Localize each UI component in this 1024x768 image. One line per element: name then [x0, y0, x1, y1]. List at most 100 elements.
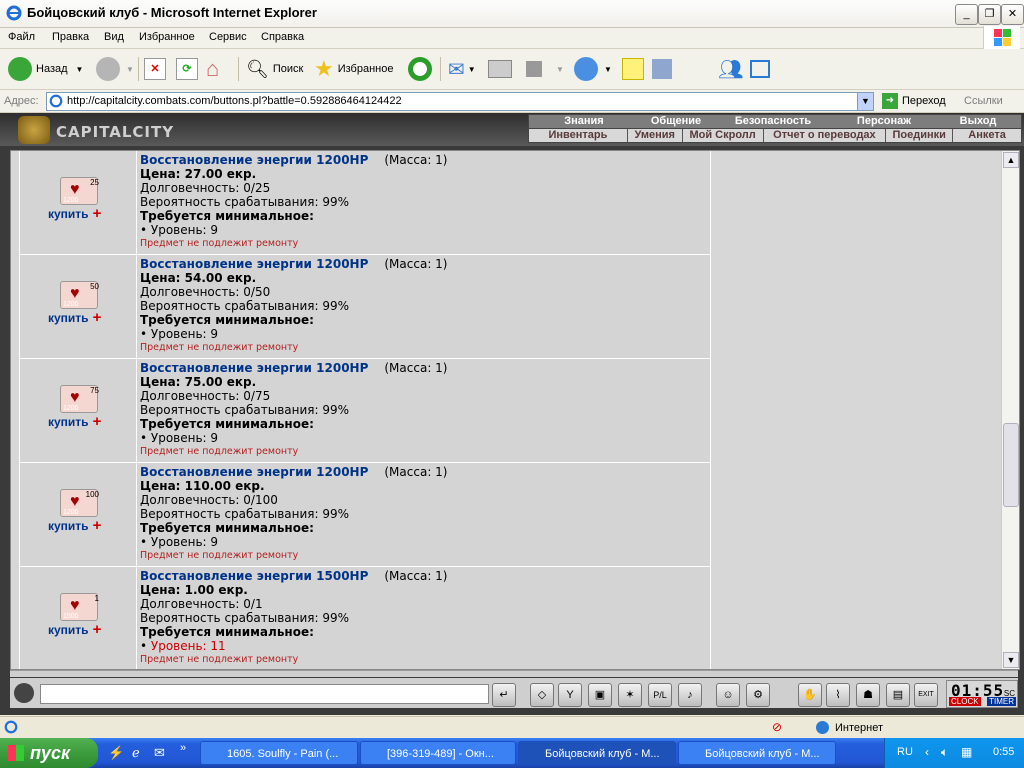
plus-icon: + [92, 621, 102, 638]
nav-exit[interactable]: Выход [935, 115, 1021, 129]
item-level: Уровень: 9 [150, 431, 219, 445]
task-button-icq[interactable]: [396-319-489] - Окн... [360, 741, 516, 765]
clear-button[interactable]: ◇ [530, 683, 554, 707]
forward-button[interactable]: ▼ [96, 55, 134, 83]
scroll-thumb[interactable] [1003, 423, 1019, 507]
exit-icon[interactable]: EXIT [914, 683, 938, 707]
energy-scroll-icon[interactable]: ♥ 1 1500 [60, 593, 99, 621]
minimize-button[interactable]: _ [955, 4, 978, 25]
maximize-button[interactable]: ❐ [978, 4, 1001, 25]
item-name[interactable]: Восстановление энергии 1200HP [140, 153, 368, 167]
fullscreen-button[interactable] [750, 55, 770, 83]
save-log-button[interactable]: ▣ [588, 683, 612, 707]
history-button[interactable] [408, 55, 432, 83]
menu-help[interactable]: Справка [261, 31, 304, 43]
nav-character[interactable]: Персонаж [833, 115, 935, 129]
address-dropdown-button[interactable]: ▼ [857, 93, 873, 110]
research-button[interactable] [652, 55, 672, 83]
toolbar: Назад ▼ ▼ ✕ ⟳ ⌂ 🔍︎ Поиск ★ Избранное ✉ ▼ … [0, 49, 1024, 90]
notes-button[interactable] [622, 55, 644, 83]
favorites-button[interactable]: ★ Избранное [314, 55, 393, 83]
item-name[interactable]: Восстановление энергии 1200HP [140, 361, 368, 375]
item-name[interactable]: Восстановление энергии 1500HP [140, 569, 368, 583]
menu-edit[interactable]: Правка [52, 31, 89, 43]
nav-knowledge[interactable]: Знания [529, 115, 639, 129]
close-button[interactable]: ✕ [1001, 4, 1024, 25]
address-input[interactable]: http://capitalcity.combats.com/buttons.p… [46, 92, 874, 111]
energy-scroll-icon[interactable]: ♥ 50 1200 [60, 281, 99, 309]
refresh-button[interactable]: ⟳ [176, 55, 198, 83]
task-button-fightclub-1[interactable]: Бойцовский клуб - М... [518, 741, 676, 765]
links-button[interactable]: Ссылки [964, 95, 1003, 107]
contacts-button[interactable]: 👥︎ [718, 55, 743, 83]
filter-button[interactable]: Y [558, 683, 582, 707]
buy-link[interactable]: купить + [48, 621, 101, 638]
print-icon[interactable]: ▤ [886, 683, 910, 707]
smiley-button[interactable]: ☺ [716, 683, 740, 707]
quicklaunch-mail-icon[interactable]: ✉ [154, 745, 165, 761]
mail-button[interactable]: ✉ ▼ [448, 55, 476, 83]
task-button-winamp[interactable]: 1605. Soulfly - Pain (... [200, 741, 358, 765]
item-level-line: • Уровень: 11 [140, 639, 226, 653]
chat-icon[interactable] [14, 683, 34, 703]
task-button-fightclub-2[interactable]: Бойцовский клуб - М... [678, 741, 836, 765]
scroll-down-icon[interactable]: ▼ [1003, 652, 1019, 668]
tray-network-icon[interactable]: ▦ [961, 745, 972, 759]
quicklaunch-winamp-icon[interactable]: ⚡ [108, 745, 124, 761]
nav-communication[interactable]: Общение [639, 115, 713, 129]
vertical-scrollbar[interactable]: ▲ ▼ [1001, 151, 1019, 669]
nav-inventory[interactable]: Инвентарь [529, 129, 628, 142]
energy-scroll-icon[interactable]: ♥ 25 1200 [60, 177, 99, 205]
energy-scroll-icon[interactable]: ♥ 100 1200 [60, 489, 99, 517]
send-button[interactable]: ↵ [492, 683, 516, 707]
chat-input[interactable] [40, 684, 489, 704]
stop-button[interactable]: ✕ [144, 55, 166, 83]
item-name[interactable]: Восстановление энергии 1200HP [140, 257, 368, 271]
buy-link[interactable]: купить + [48, 413, 101, 430]
buy-link[interactable]: купить + [48, 309, 101, 326]
quicklaunch-ie-icon[interactable]: ℯ [132, 745, 140, 761]
buy-link[interactable]: купить + [48, 205, 101, 222]
back-button[interactable]: Назад ▼ [8, 55, 83, 83]
sound-button[interactable]: ♪ [678, 683, 702, 707]
quicklaunch-more-icon[interactable]: » [180, 742, 186, 754]
popup-blocked-icon[interactable]: ⊘ [772, 720, 782, 734]
home-button[interactable]: ⌂ [206, 55, 219, 83]
energy-scroll-icon[interactable]: ♥ 75 1200 [60, 385, 99, 413]
pl-button[interactable]: P/L [648, 683, 672, 707]
note-icon [622, 58, 644, 80]
item-name[interactable]: Восстановление энергии 1200HP [140, 465, 368, 479]
tray-arrow-icon[interactable]: ‹ [925, 745, 929, 759]
bag-icon[interactable]: ✋ [798, 683, 822, 707]
messenger-button[interactable]: ▼ [574, 55, 612, 83]
fighter-button[interactable]: ✶ [618, 683, 642, 707]
edit-button[interactable]: ▼ [526, 55, 564, 83]
scroll-icon[interactable]: ⌇ [826, 683, 850, 707]
clock-button[interactable]: CLOCK [949, 697, 981, 706]
plus-icon: + [92, 309, 102, 326]
timer-button[interactable]: TIMER [987, 697, 1016, 706]
search-button[interactable]: 🔍︎ Поиск [246, 55, 303, 83]
nav-profile[interactable]: Анкета [953, 129, 1021, 142]
search-icon: 🔍︎ [246, 58, 269, 79]
nav-security[interactable]: Безопасность [713, 115, 833, 129]
menu-view[interactable]: Вид [104, 31, 124, 43]
nav-transfer-report[interactable]: Отчет о переводах [764, 129, 887, 142]
settings-button[interactable]: ⚙ [746, 683, 770, 707]
globe-icon [816, 721, 829, 734]
scroll-up-icon[interactable]: ▲ [1003, 152, 1019, 168]
nav-my-scroll[interactable]: Мой Скролл [683, 129, 764, 142]
nav-skills[interactable]: Умения [628, 129, 683, 142]
menu-file[interactable]: Файл [8, 31, 35, 43]
buy-link[interactable]: купить + [48, 517, 101, 534]
language-indicator[interactable]: RU [897, 746, 913, 758]
go-button[interactable]: ➜ Переход [882, 93, 946, 109]
menu-favorites[interactable]: Избранное [139, 31, 195, 43]
frame-divider[interactable] [10, 670, 1018, 677]
group-icon[interactable]: ☗ [856, 683, 880, 707]
nav-duels[interactable]: Поединки [886, 129, 954, 142]
tray-volume-icon[interactable]: 🔈︎ [941, 745, 948, 760]
menu-tools[interactable]: Сервис [209, 31, 247, 43]
print-button[interactable] [488, 55, 512, 83]
start-button[interactable]: пуск [0, 738, 98, 768]
